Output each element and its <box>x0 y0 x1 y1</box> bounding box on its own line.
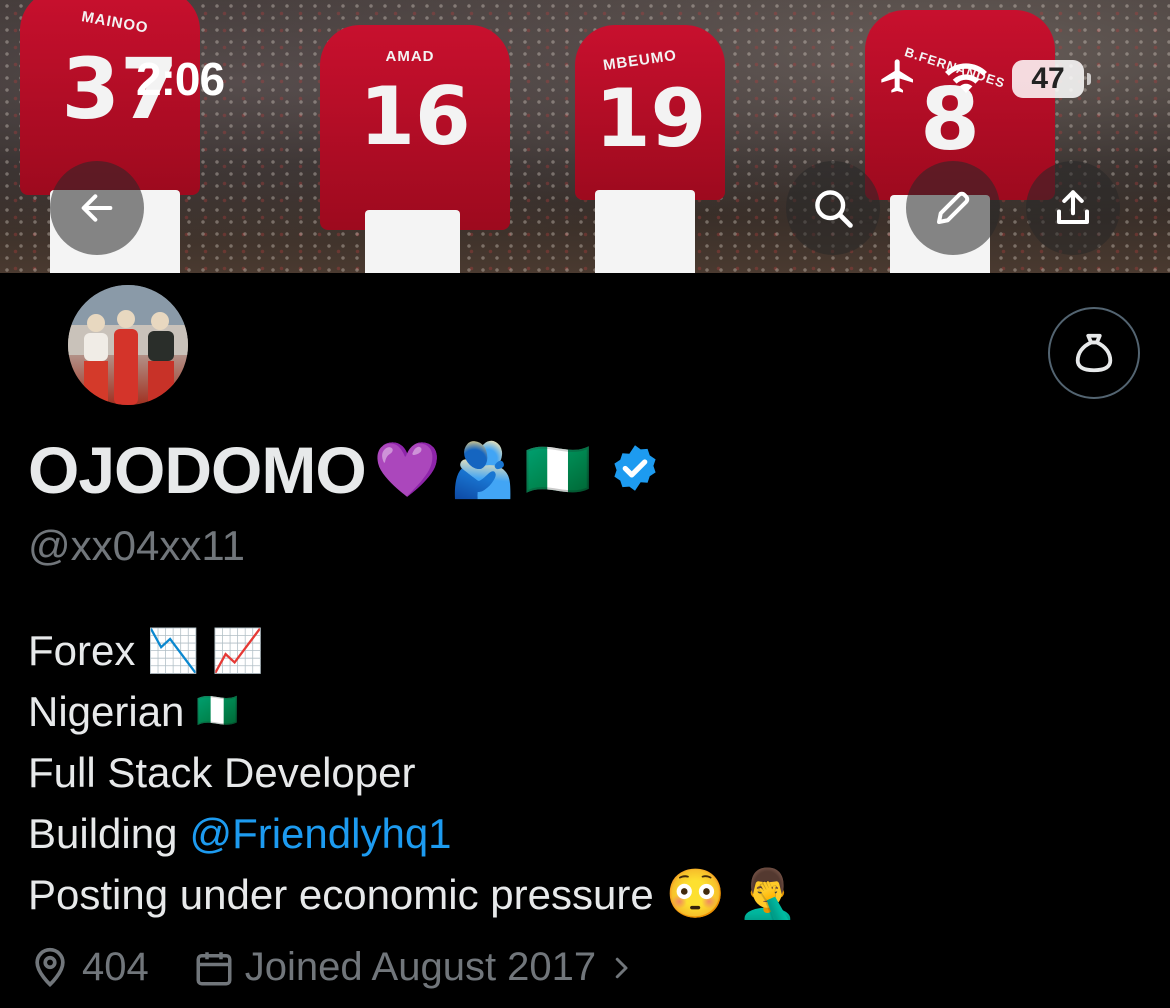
facepalm-emoji: 🤦‍♂️ <box>737 868 798 921</box>
nigeria-flag-emoji: 🇳🇬 <box>524 440 592 500</box>
bio-line-nationality: Nigerian 🇳🇬 <box>28 681 797 742</box>
banner-player-2-name: AMAD <box>385 48 435 65</box>
bio-line-building: Building @Friendlyhq1 <box>28 803 797 864</box>
money-bag-icon <box>1075 333 1113 373</box>
chart-increasing-emoji: 📈 <box>211 627 264 674</box>
profile-meta: 404 Joined August 2017 <box>28 945 636 990</box>
profile-name-row: OJODOMO 💜 🫂 🇳🇬 <box>28 432 661 508</box>
tip-button[interactable] <box>1048 307 1140 399</box>
purple-heart-emoji: 💜 <box>373 440 441 500</box>
pencil-icon <box>936 191 970 225</box>
location-item: 404 <box>28 945 149 990</box>
profile-avatar[interactable] <box>64 281 192 409</box>
banner-player-2-shorts <box>365 210 460 273</box>
bio-nationality-text: Nigerian <box>28 688 185 735</box>
banner-player-3-number: 19 <box>595 72 707 165</box>
bio-line-forex: Forex 📉 📈 <box>28 620 797 681</box>
avatar-photo <box>68 285 188 405</box>
banner-player-3-shorts <box>595 190 695 273</box>
banner-player-2-number: 16 <box>359 70 471 163</box>
profile-banner[interactable]: MAINOO 37 AMAD 16 MBEUMO 19 B.FERNANDES … <box>0 0 1170 273</box>
bio-posting-text: Posting under economic pressure <box>28 871 654 918</box>
bio-line-role: Full Stack Developer <box>28 742 797 803</box>
display-name: OJODOMO <box>28 433 367 507</box>
location-text: 404 <box>82 945 149 989</box>
search-button[interactable] <box>786 161 880 255</box>
back-button[interactable] <box>50 161 144 255</box>
wifi-icon <box>942 57 990 100</box>
status-time: 2:06 <box>136 53 225 105</box>
nigeria-flag-emoji: 🇳🇬 <box>196 692 239 730</box>
location-pin-icon <box>35 947 65 987</box>
battery-indicator: 47 <box>1012 59 1091 98</box>
calendar-icon <box>196 951 232 985</box>
verified-badge-icon[interactable] <box>609 442 661 499</box>
flushed-face-emoji: 😳 <box>665 868 726 921</box>
search-icon <box>815 190 853 228</box>
bio-forex-text: Forex <box>28 627 136 674</box>
airplane-mode-icon <box>876 56 920 101</box>
bio-building-text: Building <box>28 810 178 857</box>
arrow-left-icon <box>81 194 113 222</box>
share-button[interactable] <box>1026 161 1120 255</box>
bio-role-text: Full Stack Developer <box>28 749 416 796</box>
chart-decreasing-emoji: 📉 <box>147 627 200 674</box>
friendlyhq1-mention-link[interactable]: @Friendlyhq1 <box>189 803 451 864</box>
status-icons: 47 <box>876 56 1091 101</box>
joined-item[interactable]: Joined August 2017 <box>193 945 636 990</box>
profile-bio: Forex 📉 📈 Nigerian 🇳🇬 Full Stack Develop… <box>28 620 797 925</box>
hug-emoji: 🫂 <box>448 440 517 500</box>
bio-line-posting: Posting under economic pressure 😳 🤦‍♂️ <box>28 864 797 925</box>
edit-button[interactable] <box>906 161 1000 255</box>
profile-handle: @xx04xx11 <box>28 522 245 569</box>
share-icon <box>1056 190 1090 225</box>
chevron-right-icon <box>615 957 628 978</box>
joined-text: Joined August 2017 <box>244 945 597 989</box>
